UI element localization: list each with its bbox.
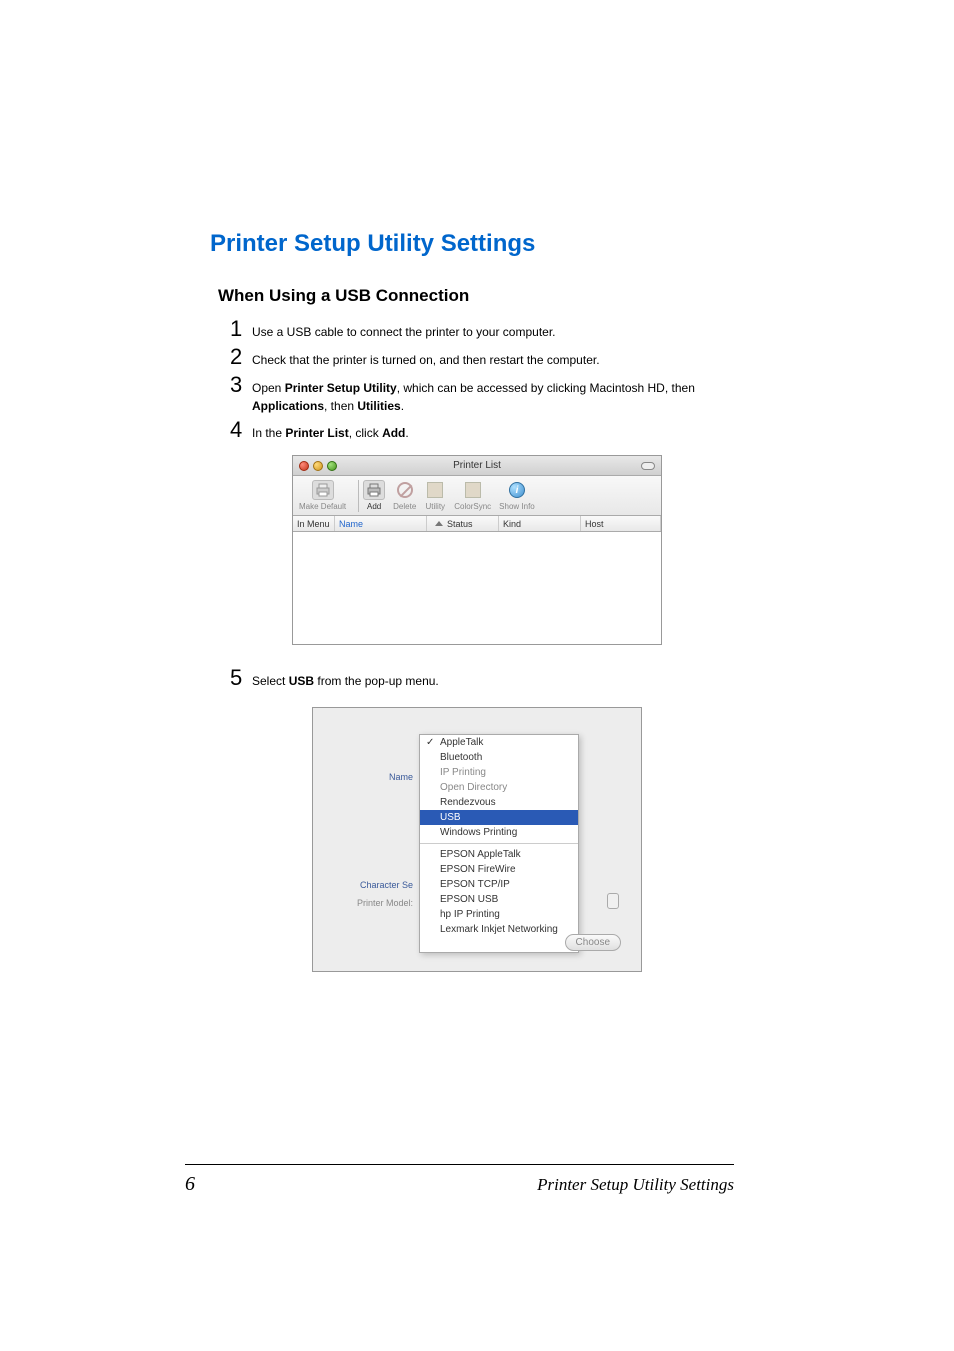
sub-heading: When Using a USB Connection xyxy=(218,286,744,306)
choose-button[interactable]: Choose xyxy=(565,934,621,951)
column-host[interactable]: Host xyxy=(581,516,661,531)
step-3: 3 Open Printer Setup Utility, which can … xyxy=(230,372,744,415)
toolbar-label: Add xyxy=(367,502,381,511)
menu-item-epson-usb[interactable]: EPSON USB xyxy=(420,892,578,907)
toolbar: Make Default Add Delete Utility ColorSyn… xyxy=(293,476,661,516)
menu-item-open-directory[interactable]: Open Directory xyxy=(420,780,578,795)
column-in-menu[interactable]: In Menu xyxy=(293,516,335,531)
menu-item-rendezvous[interactable]: Rendezvous xyxy=(420,795,578,810)
printer-icon xyxy=(312,480,334,500)
menu-item-hp-ip[interactable]: hp IP Printing xyxy=(420,907,578,922)
main-heading: Printer Setup Utility Settings xyxy=(210,230,744,258)
step-2: 2 Check that the printer is turned on, a… xyxy=(230,344,744,370)
footer-divider xyxy=(185,1164,734,1165)
show-info-button[interactable]: i Show Info xyxy=(499,480,535,511)
info-icon: i xyxy=(506,480,528,500)
footer-title: Printer Setup Utility Settings xyxy=(537,1175,734,1195)
divider xyxy=(358,480,359,512)
printer-model-label: Printer Model: xyxy=(331,898,413,908)
page-footer: 6 Printer Setup Utility Settings xyxy=(185,1164,734,1196)
utility-button[interactable]: Utility xyxy=(424,480,446,511)
step-number: 5 xyxy=(230,665,252,691)
delete-button[interactable]: Delete xyxy=(393,480,416,511)
step-number: 4 xyxy=(230,417,252,443)
toolbar-label: Show Info xyxy=(499,502,535,511)
connection-popup-dialog: Name Character Se Printer Model: AppleTa… xyxy=(312,707,642,972)
column-name[interactable]: Name xyxy=(335,516,427,531)
menu-item-windows-printing[interactable]: Windows Printing xyxy=(420,825,578,840)
window-title: Printer List xyxy=(293,460,661,471)
step-5: 5 Select USB from the pop-up menu. xyxy=(230,665,744,691)
step-list-cont: 5 Select USB from the pop-up menu. xyxy=(230,665,744,691)
dialog-labels: Name Character Se Printer Model: xyxy=(331,734,419,953)
menu-separator xyxy=(420,843,578,844)
printer-list-window: Printer List Make Default Add Delete xyxy=(292,455,662,645)
connection-popup-menu[interactable]: AppleTalk Bluetooth IP Printing Open Dir… xyxy=(419,734,579,953)
table-header-row: In Menu Name Status Kind Host xyxy=(293,516,661,532)
menu-item-epson-tcpip[interactable]: EPSON TCP/IP xyxy=(420,877,578,892)
step-number: 2 xyxy=(230,344,252,370)
toolbar-label: ColorSync xyxy=(454,502,491,511)
add-button[interactable]: Add xyxy=(363,480,385,511)
delete-icon xyxy=(394,480,416,500)
step-text: In the Printer List, click Add. xyxy=(252,424,409,442)
step-text: Check that the printer is turned on, and… xyxy=(252,351,600,369)
menu-item-bluetooth[interactable]: Bluetooth xyxy=(420,750,578,765)
character-set-label: Character Se xyxy=(331,880,413,890)
step-1: 1 Use a USB cable to connect the printer… xyxy=(230,316,744,342)
step-number: 1 xyxy=(230,316,252,342)
step-text: Open Printer Setup Utility, which can be… xyxy=(252,379,744,415)
toolbar-label: Delete xyxy=(393,502,416,511)
colorsync-icon xyxy=(462,480,484,500)
sort-indicator-icon xyxy=(435,521,443,526)
menu-item-epson-firewire[interactable]: EPSON FireWire xyxy=(420,862,578,877)
name-label: Name xyxy=(331,772,413,782)
menu-item-epson-appletalk[interactable]: EPSON AppleTalk xyxy=(420,847,578,862)
toolbar-toggle-icon[interactable] xyxy=(641,462,655,470)
step-list: 1 Use a USB cable to connect the printer… xyxy=(230,316,744,443)
utility-icon xyxy=(424,480,446,500)
toolbar-label: Utility xyxy=(425,502,445,511)
stepper-icon[interactable] xyxy=(607,893,619,909)
menu-item-appletalk[interactable]: AppleTalk xyxy=(420,735,578,750)
column-kind[interactable]: Kind xyxy=(499,516,581,531)
step-text: Use a USB cable to connect the printer t… xyxy=(252,323,556,341)
toolbar-label: Make Default xyxy=(299,502,346,511)
step-text: Select USB from the pop-up menu. xyxy=(252,672,439,690)
make-default-button[interactable]: Make Default xyxy=(299,480,346,511)
step-number: 3 xyxy=(230,372,252,398)
menu-item-ip-printing[interactable]: IP Printing xyxy=(420,765,578,780)
window-titlebar: Printer List xyxy=(293,456,661,476)
page-number: 6 xyxy=(185,1173,195,1196)
table-body-empty xyxy=(293,532,661,644)
menu-item-lexmark[interactable]: Lexmark Inkjet Networking xyxy=(420,922,578,937)
menu-item-usb[interactable]: USB xyxy=(420,810,578,825)
column-status[interactable]: Status xyxy=(427,516,499,531)
printer-add-icon xyxy=(363,480,385,500)
step-4: 4 In the Printer List, click Add. xyxy=(230,417,744,443)
colorsync-button[interactable]: ColorSync xyxy=(454,480,491,511)
